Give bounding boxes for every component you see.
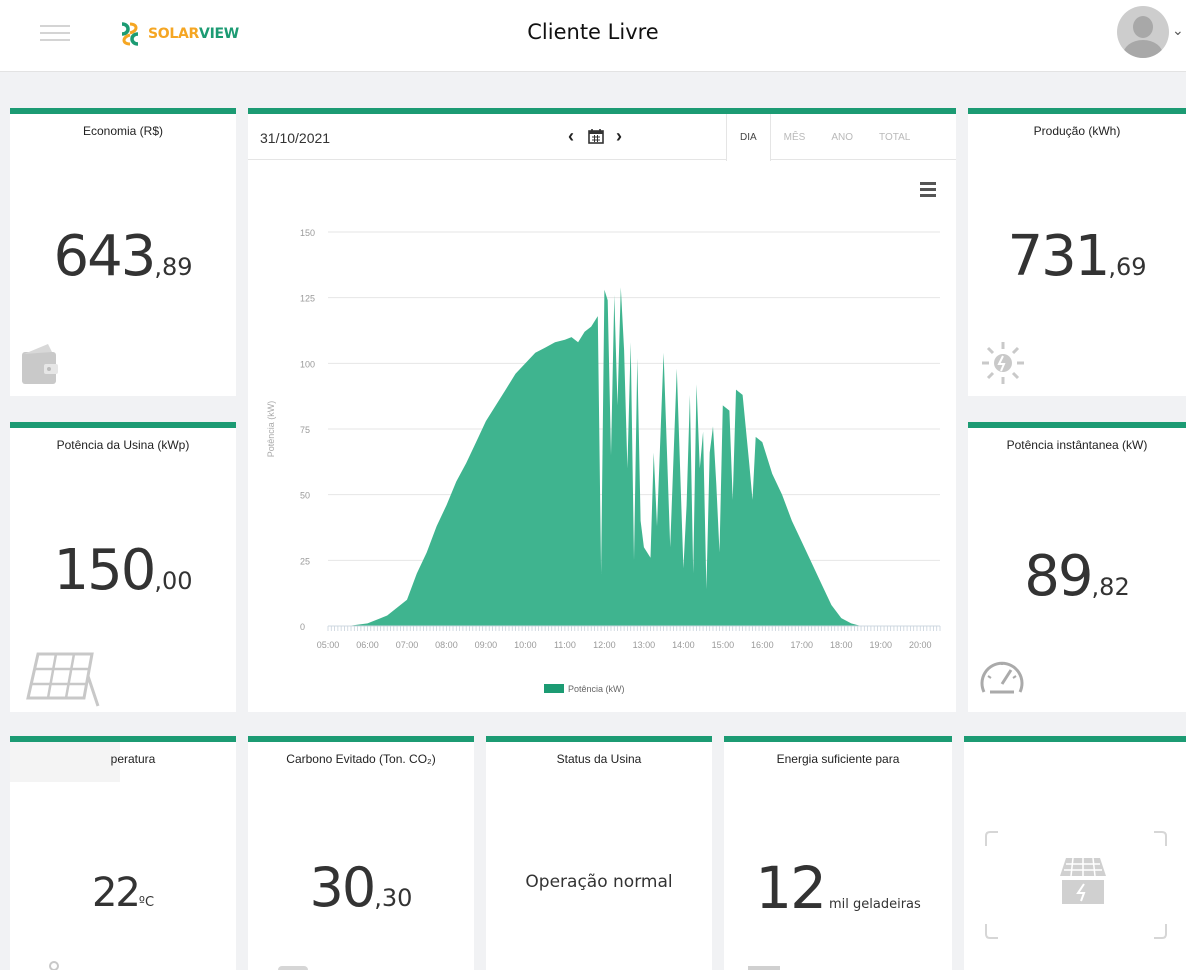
value-int: 89 [1024,544,1093,609]
y-tick-label: 0 [300,622,305,632]
card-title: Economia (R$) [82,124,164,138]
value-dec: ,89 [154,253,193,281]
legend-label: Potência (kW) [568,684,625,694]
avatar[interactable] [1117,6,1169,58]
value-int: 12 [755,854,827,922]
card-title: Potência da Usina (kWp) [56,438,190,452]
carbono-value: 30,30 [248,856,474,919]
x-tick-label: 14:00 [672,640,695,650]
x-tick-label: 07:00 [396,640,419,650]
x-tick-label: 18:00 [830,640,853,650]
y-tick-label: 50 [300,491,310,501]
potencia-instantanea-value: 89,82 [968,544,1186,609]
card-potencia-instantanea: Potência instântanea (kW) 89,82 [968,422,1186,712]
value-int: 150 [53,538,156,603]
value-int: 30 [309,856,377,919]
legend-swatch [544,684,564,693]
production-chart-card: 31/10/2021 ‹ › DIA MÊS ANO TOTAL 0 25 50 75… [248,108,956,712]
x-tick-label: 13:00 [633,640,656,650]
logo-text: SOLARVIEW [148,26,239,42]
card-title: Produção (kWh) [1033,124,1121,138]
card-temperatura: peratura 22ºC [10,736,236,970]
value-dec: ,82 [1091,573,1130,601]
logo-text-view: VIEW [199,26,239,42]
x-tick-label: 08:00 [435,640,458,650]
x-tick-label: 06:00 [356,640,379,650]
y-axis-label: Potência (kW) [266,401,276,458]
x-tick-label: 19:00 [870,640,893,650]
card-title: Status da Usina [556,752,642,766]
x-tick-label: 05:00 [317,640,340,650]
card-title: Carbono Evitado (Ton. CO₂) [286,752,436,766]
card-energia: Energia suficiente para 12 mil geladeiras [724,736,952,970]
speedometer-icon [980,661,1024,694]
value-dec: ,30 [374,884,413,912]
value-dec: ,69 [1108,253,1147,281]
solar-house-icon [1060,857,1106,904]
x-tick-label: 10:00 [514,640,537,650]
top-bar: SOLARVIEW Cliente Livre ⌄ [0,0,1186,72]
x-tick-label: 17:00 [791,640,814,650]
producao-value: 731,69 [968,224,1186,289]
value-dec: ,00 [154,567,193,595]
x-tick-label: 20:00 [909,640,932,650]
series-area-potencia [328,287,921,626]
card-carbono: Carbono Evitado (Ton. CO₂) 30,30 [248,736,474,970]
card-potencia-usina: Potência da Usina (kWp) 150,00 [10,422,236,712]
y-tick-label: 75 [300,425,310,435]
card-title: Energia suficiente para [776,752,900,766]
card-title: peratura [110,752,156,766]
wallet-icon [22,344,58,384]
x-tick-label: 15:00 [712,640,735,650]
temperatura-value: 22ºC [10,870,236,916]
card-producao: Produção (kWh) 731,69 [968,108,1186,396]
economia-value: 643,89 [10,224,236,289]
leaf-icon [278,966,308,970]
solarview-logo[interactable]: SOLARVIEW [116,18,239,50]
card-plant-image[interactable] [964,736,1186,970]
status-value: Operação normal [525,872,673,892]
value-unit: ºC [138,895,155,910]
y-tick-label: 150 [300,228,315,238]
energia-value: 12 mil geladeiras [724,854,952,922]
x-tick-label: 09:00 [475,640,498,650]
value-int: 731 [1007,224,1110,289]
value-unit: mil geladeiras [829,897,921,912]
x-tick-label: 16:00 [751,640,774,650]
solar-panel-icon [26,652,100,707]
chevron-down-icon[interactable]: ⌄ [1172,22,1184,39]
potencia-usina-value: 150,00 [10,538,236,603]
card-economia: Economia (R$) 643,89 [10,108,236,396]
x-tick-label: 11:00 [554,640,576,650]
hamburger-menu-icon[interactable] [40,22,70,44]
value-int: 643 [53,224,156,289]
fridge-icon [748,966,780,970]
card-status: Status da Usina Operação normal [486,736,712,970]
power-area-chart: 0 25 50 75 100 125 150 Potência (kW) 05:00 06:00 0… [266,228,941,694]
y-tick-label: 25 [300,556,310,566]
logo-mark-icon [121,22,139,46]
y-tick-label: 100 [300,359,315,369]
x-tick-label: 12:00 [593,640,616,650]
thermometer-icon [49,961,59,970]
value-int: 22 [91,870,141,916]
card-title: Potência instântanea (kW) [1006,438,1148,452]
y-tick-label: 125 [300,294,315,304]
logo-text-solar: SOLAR [148,26,200,42]
sun-icon [982,342,1024,384]
